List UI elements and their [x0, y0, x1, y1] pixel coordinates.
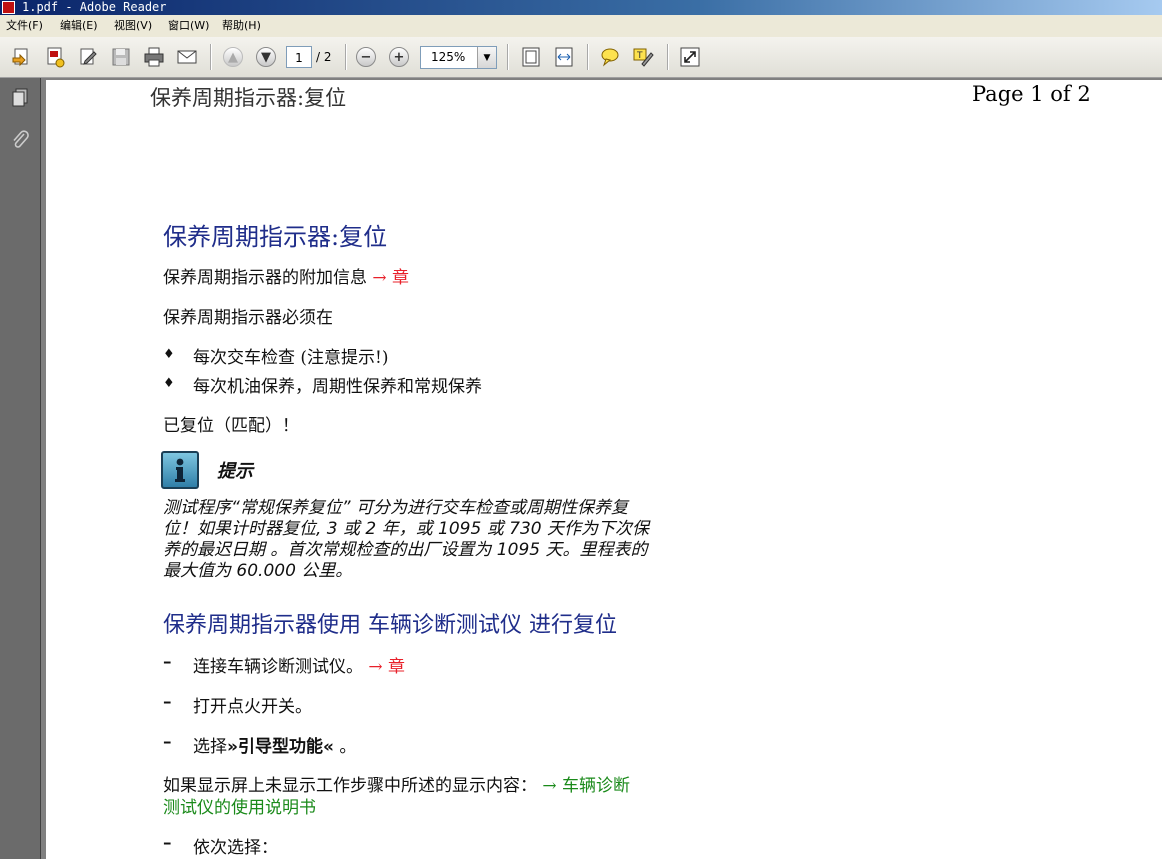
bullet-icon: ♦	[163, 347, 175, 362]
edit-icon[interactable]	[76, 45, 100, 69]
prev-page-icon[interactable]: ▲	[221, 45, 245, 69]
adobe-reader-icon	[2, 1, 15, 14]
page-number-input[interactable]: 1	[286, 46, 312, 68]
toolbar-separator	[507, 44, 509, 70]
toolbar-separator	[587, 44, 589, 70]
reset-paragraph: 已复位（匹配）！	[163, 416, 299, 436]
fullscreen-icon[interactable]	[678, 45, 702, 69]
chevron-down-icon[interactable]: ▼	[477, 47, 496, 68]
step-item: 选择»引导型功能« 。	[193, 732, 356, 757]
dash-icon: –	[163, 692, 172, 712]
fit-width-icon[interactable]	[552, 45, 576, 69]
bullet-icon: ♦	[163, 376, 175, 391]
display-link[interactable]: → 车辆诊断	[542, 776, 630, 796]
window-title: 1.pdf - Adobe Reader	[22, 0, 167, 14]
note-line: 测试程序“常规保养复位” 可分为进行交车检查或周期性保养复	[163, 498, 629, 518]
navigation-panel	[0, 78, 41, 859]
step-link[interactable]: → 章	[368, 657, 405, 677]
create-pdf-icon[interactable]	[43, 45, 67, 69]
zoom-out-icon[interactable]: −	[354, 45, 378, 69]
note-line: 最大值为 60.000 公里。	[163, 561, 353, 581]
highlight-icon[interactable]: T	[631, 45, 655, 69]
svg-text:T: T	[636, 51, 643, 61]
open-icon[interactable]	[10, 45, 34, 69]
pages-icon[interactable]	[8, 86, 32, 110]
step-text: 选择	[193, 737, 227, 757]
page-header-number: Page 1 of 2	[972, 82, 1091, 106]
dash-icon: –	[163, 652, 172, 672]
note-body: 测试程序“常规保养复位” 可分为进行交车检查或周期性保养复 位！如果计时器复位,…	[163, 498, 713, 582]
step-text: 连接车辆诊断测试仪。	[193, 657, 363, 677]
note-line: 位！如果计时器复位, 3 或 2 年，或 1095 或 730 天作为下次保	[163, 519, 649, 539]
display-link-continued[interactable]: 测试仪的使用说明书	[163, 793, 316, 818]
toolbar: ▲ ▼ − + T	[0, 37, 1162, 78]
next-page-icon[interactable]: ▼	[254, 45, 278, 69]
menu-bar: 文件(F) 编辑(E) 视图(V) 窗口(W) 帮助(H)	[0, 15, 1162, 37]
page-total: / 2	[316, 50, 332, 64]
dash-icon: –	[163, 833, 172, 853]
fit-page-icon[interactable]	[519, 45, 543, 69]
attachments-icon[interactable]	[8, 128, 32, 152]
step-text: 。	[333, 737, 357, 757]
toolbar-separator	[667, 44, 669, 70]
step-item: 打开点火开关。	[193, 697, 312, 717]
comment-icon[interactable]	[598, 45, 622, 69]
menu-view[interactable]: 视图(V)	[112, 15, 154, 37]
menu-window[interactable]: 窗口(W)	[166, 15, 211, 37]
dash-icon: –	[163, 732, 172, 752]
page-header-title: 保养周期指示器:复位	[150, 86, 347, 110]
zoom-in-icon[interactable]: +	[387, 45, 411, 69]
menu-help[interactable]: 帮助(H)	[220, 15, 263, 37]
step-bold-text: »引导型功能«	[227, 737, 334, 757]
save-icon[interactable]	[109, 45, 133, 69]
document-page: 保养周期指示器:复位 Page 1 of 2 保养周期指示器:复位 保养周期指示…	[46, 80, 1162, 859]
note-title: 提示	[217, 461, 253, 482]
info-paragraph: 保养周期指示器的附加信息 → 章	[163, 263, 409, 288]
menu-edit[interactable]: 编辑(E)	[58, 15, 100, 37]
info-text: 保养周期指示器的附加信息	[163, 268, 367, 288]
menu-file[interactable]: 文件(F)	[4, 15, 45, 37]
print-icon[interactable]	[142, 45, 166, 69]
toolbar-separator	[210, 44, 212, 70]
info-link[interactable]: → 章	[372, 268, 409, 288]
toolbar-separator	[345, 44, 347, 70]
zoom-value: 125%	[431, 50, 466, 64]
zoom-select[interactable]: 125% ▼	[420, 46, 497, 69]
note-line: 养的最迟日期 。首次常规检查的出厂设置为 1095 天。里程表的	[163, 540, 648, 560]
doc-title: 保养周期指示器:复位	[163, 223, 388, 251]
info-icon	[161, 451, 199, 489]
bullet-item: 每次交车检查 (注意提示!)	[193, 348, 389, 368]
email-icon[interactable]	[175, 45, 199, 69]
section-title: 保养周期指示器使用 车辆诊断测试仪 进行复位	[163, 613, 617, 638]
bullet-item: 每次机油保养，周期性保养和常规保养	[193, 377, 482, 397]
must-paragraph: 保养周期指示器必须在	[163, 308, 333, 328]
title-bar: 1.pdf - Adobe Reader	[0, 0, 1162, 15]
step-item: 连接车辆诊断测试仪。 → 章	[193, 652, 405, 677]
step-item: 依次选择：	[193, 838, 278, 858]
